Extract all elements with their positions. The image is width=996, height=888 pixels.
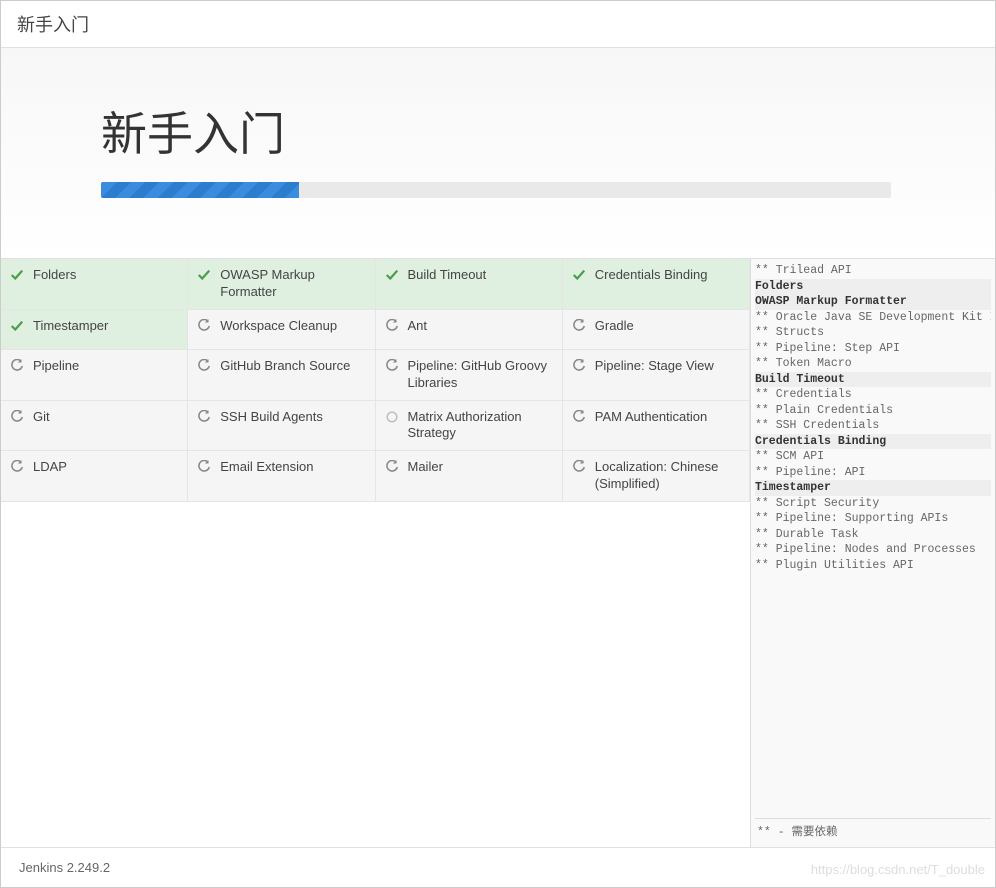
plugin-cell: Gradle [563,310,750,350]
plugin-label: Matrix Authorization Strategy [408,409,554,443]
plugin-label: Pipeline [33,358,179,375]
plugin-label: Credentials Binding [595,267,741,284]
pending-icon [196,409,212,425]
log-line: ** Pipeline: Nodes and Processes [755,542,991,558]
modal-footer: Jenkins 2.249.2 [1,847,995,887]
plugin-cell: SSH Build Agents [188,401,375,452]
pending-icon [571,318,587,334]
plugin-cell: OWASP Markup Formatter [188,259,375,310]
plugin-cell: GitHub Branch Source [188,350,375,401]
plugin-label: Email Extension [220,459,366,476]
log-lines: ** Trilead APIFoldersOWASP Markup Format… [755,263,991,818]
plugin-cell: Mailer [376,451,563,502]
plugin-cell: Pipeline: Stage View [563,350,750,401]
pending-icon [384,318,400,334]
check-icon [9,267,25,283]
plugin-label: LDAP [33,459,179,476]
progress-bar-fill [101,182,299,198]
plugin-label: Build Timeout [408,267,554,284]
log-line: ** Pipeline: Supporting APIs [755,511,991,527]
log-line: ** Oracle Java SE Development Kit Instal… [755,310,991,326]
plugin-label: Timestamper [33,318,179,335]
log-line: ** Pipeline: Step API [755,341,991,357]
pending-icon [196,459,212,475]
log-line: Timestamper [755,480,991,496]
plugin-cell: Timestamper [1,310,188,350]
plugin-label: OWASP Markup Formatter [220,267,366,301]
pending-icon [196,358,212,374]
plugin-cell: Ant [376,310,563,350]
pending-icon [571,409,587,425]
check-icon [9,318,25,334]
log-line: ** Structs [755,325,991,341]
plugin-cell: Workspace Cleanup [188,310,375,350]
plugin-cell: Matrix Authorization Strategy [376,401,563,452]
log-line: ** Token Macro [755,356,991,372]
check-icon [384,267,400,283]
log-line: ** SCM API [755,449,991,465]
pending-icon [384,459,400,475]
plugin-label: Workspace Cleanup [220,318,366,335]
log-line: Credentials Binding [755,434,991,450]
jenkins-version: Jenkins 2.249.2 [19,860,110,875]
plugin-cell: PAM Authentication [563,401,750,452]
plugin-label: Mailer [408,459,554,476]
log-line: ** Durable Task [755,527,991,543]
pending-icon [384,358,400,374]
plugin-grid: Folders OWASP Markup Formatter Build Timeo… [1,259,750,847]
plugin-cell: Build Timeout [376,259,563,310]
main-area: FoldersOWASP Markup FormatterBuild Timeo… [1,259,995,847]
log-line: ** Trilead API [755,263,991,279]
log-line: ** SSH Credentials [755,418,991,434]
plugin-cell: LDAP [1,451,188,502]
plugin-cell: Credentials Binding [563,259,750,310]
plugin-label: Localization: Chinese (Simplified) [595,459,741,493]
plugin-cell: Pipeline: GitHub Groovy Libraries [376,350,563,401]
log-legend: ** - 需要依赖 [755,818,991,843]
plugin-cell: Email Extension [188,451,375,502]
log-line: OWASP Markup Formatter [755,294,991,310]
log-line: ** Pipeline: API [755,465,991,481]
plugin-label: Git [33,409,179,426]
plugin-cell: Localization: Chinese (Simplified) [563,451,750,502]
plugin-label: Folders [33,267,179,284]
progress-section: 新手入门 [1,48,995,259]
pending-icon [9,459,25,475]
install-log-panel: ** Trilead APIFoldersOWASP Markup Format… [750,259,995,847]
plugin-cell: Pipeline [1,350,188,401]
log-line: ** Credentials [755,387,991,403]
plugin-label: SSH Build Agents [220,409,366,426]
spinner-icon [384,409,400,425]
plugin-label: PAM Authentication [595,409,741,426]
log-line: ** Plugin Utilities API [755,558,991,574]
pending-icon [571,459,587,475]
setup-wizard-modal: 新手入门 新手入门 FoldersOWASP Markup FormatterB… [0,0,996,888]
pending-icon [571,358,587,374]
progress-bar-track [101,182,891,198]
plugin-label: Ant [408,318,554,335]
modal-header: 新手入门 [1,1,995,48]
plugin-label: Gradle [595,318,741,335]
log-line: ** Plain Credentials [755,403,991,419]
check-icon [196,267,212,283]
plugin-cell: Folders [1,259,188,310]
pending-icon [9,358,25,374]
modal-title: 新手入门 [17,15,89,35]
plugin-cell: Git [1,401,188,452]
pending-icon [9,409,25,425]
check-icon [571,267,587,283]
plugin-label: Pipeline: Stage View [595,358,741,375]
log-line: ** Script Security [755,496,991,512]
log-line: Build Timeout [755,372,991,388]
log-line: Folders [755,279,991,295]
pending-icon [196,318,212,334]
page-title: 新手入门 [101,98,995,164]
plugin-label: GitHub Branch Source [220,358,366,375]
plugin-label: Pipeline: GitHub Groovy Libraries [408,358,554,392]
